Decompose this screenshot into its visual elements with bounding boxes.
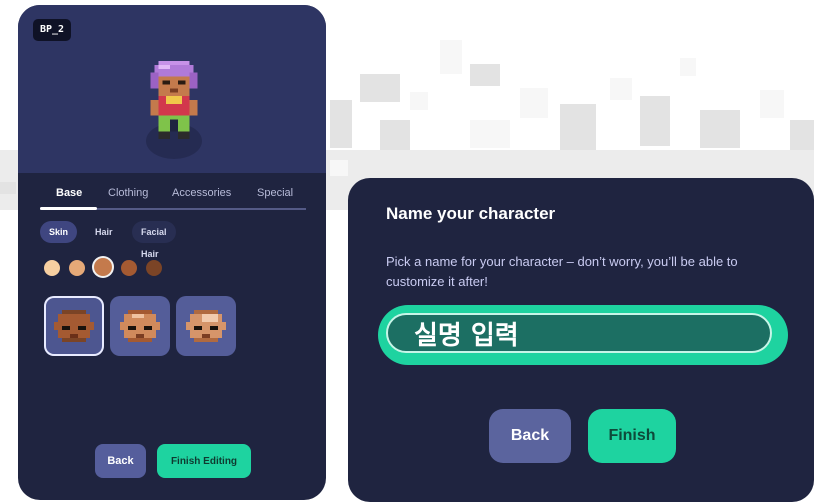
face-variant-tile[interactable] xyxy=(176,296,236,356)
skin-swatch-selected[interactable] xyxy=(94,258,112,276)
back-button[interactable]: Back xyxy=(489,409,571,463)
face-icon xyxy=(120,310,160,342)
active-tab-indicator xyxy=(40,207,97,210)
subtab-skin[interactable]: Skin xyxy=(40,221,78,243)
character-id-badge: BP_2 xyxy=(33,19,72,41)
subtab-facial-hair[interactable]: Facial Hair xyxy=(132,221,176,259)
dialog-title: Name your character xyxy=(386,204,556,223)
skin-swatch[interactable] xyxy=(121,260,137,276)
character-sprite xyxy=(150,61,198,140)
skin-swatch[interactable] xyxy=(146,260,162,276)
finish-editing-button[interactable]: Finish Editing xyxy=(157,444,251,478)
skin-swatch[interactable] xyxy=(69,260,85,276)
editor-back-button[interactable]: Back xyxy=(95,444,146,478)
editor-tabs: Base Clothing Accessories Special xyxy=(40,187,304,209)
name-input-focus-ring xyxy=(378,305,788,365)
finish-button[interactable]: Finish xyxy=(588,409,676,463)
subtab-hair[interactable]: Hair xyxy=(86,221,122,243)
dialog-description: Pick a name for your character – don’t w… xyxy=(386,254,738,289)
face-variant-tile-selected[interactable] xyxy=(44,296,104,356)
tab-clothing[interactable]: Clothing xyxy=(108,187,148,199)
tab-base[interactable]: Base xyxy=(56,187,82,199)
name-character-dialog: Name your character Pick a name for your… xyxy=(348,178,814,502)
tab-accessories[interactable]: Accessories xyxy=(172,187,231,199)
character-name-input[interactable] xyxy=(386,313,772,353)
tab-special[interactable]: Special xyxy=(257,187,293,199)
character-editor-panel: BP_2 Base Clothing Accessories Special S… xyxy=(18,5,326,500)
face-icon xyxy=(186,310,226,342)
face-icon xyxy=(54,310,94,342)
skin-swatch[interactable] xyxy=(44,260,60,276)
face-variant-tile[interactable] xyxy=(110,296,170,356)
